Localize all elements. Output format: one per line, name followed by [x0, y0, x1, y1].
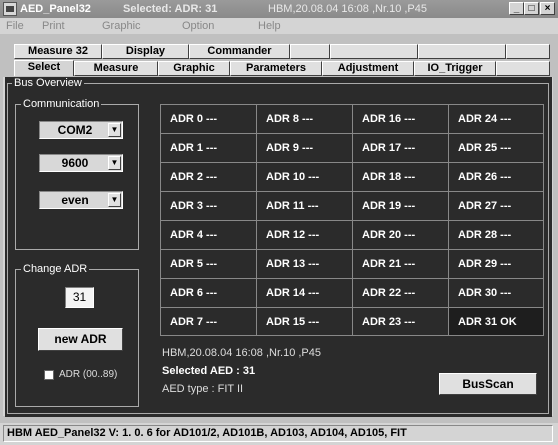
- adr-cell[interactable]: ADR 28 ---: [449, 221, 544, 250]
- app-icon: [3, 2, 17, 16]
- adr-cell[interactable]: ADR 5 ---: [161, 250, 257, 279]
- tab-display[interactable]: Display: [102, 44, 189, 59]
- adr-cell[interactable]: ADR 25 ---: [449, 134, 544, 163]
- status-bar: HBM AED_Panel32 V: 1. 0. 6 for AD101/2, …: [0, 423, 558, 445]
- tab-commander[interactable]: Commander: [189, 44, 290, 59]
- tab-parameters[interactable]: Parameters: [230, 61, 322, 76]
- parity-select[interactable]: even ▼: [39, 191, 123, 209]
- adr-cell[interactable]: ADR 11 ---: [257, 192, 353, 221]
- aed-type-label: AED type : FIT II: [162, 383, 244, 395]
- adr-cell[interactable]: ADR 7 ---: [161, 308, 257, 336]
- tab-measure[interactable]: Measure: [74, 61, 158, 76]
- menu-file[interactable]: File: [6, 20, 24, 32]
- adr-cell[interactable]: ADR 3 ---: [161, 192, 257, 221]
- bus-overview-panel: Bus Overview Communication COM2 ▼ 9600 ▼…: [5, 77, 552, 417]
- adr-range-checkbox[interactable]: [44, 370, 54, 380]
- menu-help[interactable]: Help: [258, 20, 281, 32]
- adr-cell[interactable]: ADR 26 ---: [449, 163, 544, 192]
- adr-cell[interactable]: ADR 30 ---: [449, 279, 544, 308]
- adr-cell[interactable]: ADR 8 ---: [257, 105, 353, 134]
- chevron-down-icon: ▼: [108, 123, 121, 137]
- adr-cell[interactable]: ADR 2 ---: [161, 163, 257, 192]
- adr-grid: ADR 0 --- ADR 8 --- ADR 16 --- ADR 24 --…: [160, 104, 544, 336]
- menu-bar: File Print Graphic Option Help: [0, 18, 558, 34]
- selected-adr-title: Selected: ADR: 31: [123, 3, 218, 15]
- port-select[interactable]: COM2 ▼: [39, 121, 123, 139]
- port-value: COM2: [57, 123, 93, 137]
- communication-legend: Communication: [21, 98, 102, 110]
- tab-content: Bus Overview Communication COM2 ▼ 9600 ▼…: [3, 77, 553, 417]
- tab-empty-1[interactable]: [290, 44, 330, 59]
- adr-cell-selected[interactable]: ADR 31 OK: [449, 308, 544, 336]
- adr-cell[interactable]: ADR 14 ---: [257, 279, 353, 308]
- adr-cell[interactable]: ADR 21 ---: [353, 250, 449, 279]
- adr-cell[interactable]: ADR 16 ---: [353, 105, 449, 134]
- adr-cell[interactable]: ADR 29 ---: [449, 250, 544, 279]
- selected-aed-label: Selected AED : 31: [162, 365, 256, 377]
- adr-cell[interactable]: ADR 27 ---: [449, 192, 544, 221]
- adr-cell[interactable]: ADR 4 ---: [161, 221, 257, 250]
- status-text: HBM AED_Panel32 V: 1. 0. 6 for AD101/2, …: [3, 425, 553, 442]
- tab-adjustment[interactable]: Adjustment: [322, 61, 414, 76]
- tab-empty-3[interactable]: [418, 44, 506, 59]
- adr-cell[interactable]: ADR 12 ---: [257, 221, 353, 250]
- adr-cell[interactable]: ADR 24 ---: [449, 105, 544, 134]
- tab-measure-32[interactable]: Measure 32: [14, 44, 102, 59]
- parity-value: even: [61, 193, 89, 207]
- adr-range-label: ADR (00..89): [59, 369, 118, 380]
- adr-cell[interactable]: ADR 20 ---: [353, 221, 449, 250]
- chevron-down-icon: ▼: [108, 156, 121, 170]
- tab-select[interactable]: Select: [14, 60, 74, 76]
- adr-cell[interactable]: ADR 23 ---: [353, 308, 449, 336]
- adr-cell[interactable]: ADR 0 ---: [161, 105, 257, 134]
- close-button[interactable]: ×: [540, 2, 555, 15]
- maximize-button[interactable]: □: [524, 2, 539, 15]
- tab-empty-4[interactable]: [506, 44, 550, 59]
- busscan-button[interactable]: BusScan: [439, 373, 537, 395]
- menu-print[interactable]: Print: [42, 20, 65, 32]
- minimize-button[interactable]: _: [509, 2, 524, 15]
- adr-cell[interactable]: ADR 9 ---: [257, 134, 353, 163]
- adr-cell[interactable]: ADR 22 ---: [353, 279, 449, 308]
- new-adr-button[interactable]: new ADR: [38, 328, 123, 351]
- adr-cell[interactable]: ADR 15 ---: [257, 308, 353, 336]
- title-subtitle: HBM,20.08.04 16:08 ,Nr.10 ,P45: [268, 3, 427, 15]
- tab-empty-5[interactable]: [496, 61, 550, 76]
- menu-graphic[interactable]: Graphic: [102, 20, 141, 32]
- tab-graphic[interactable]: Graphic: [158, 61, 230, 76]
- tab-io-trigger[interactable]: IO_Trigger: [414, 61, 496, 76]
- adr-cell[interactable]: ADR 1 ---: [161, 134, 257, 163]
- title-bar: AED_Panel32 Selected: ADR: 31 HBM,20.08.…: [0, 0, 558, 18]
- baud-value: 9600: [61, 156, 89, 170]
- bus-overview-legend: Bus Overview: [12, 77, 84, 89]
- chevron-down-icon: ▼: [108, 193, 121, 207]
- adr-cell[interactable]: ADR 18 ---: [353, 163, 449, 192]
- adr-cell[interactable]: ADR 19 ---: [353, 192, 449, 221]
- adr-cell[interactable]: ADR 13 ---: [257, 250, 353, 279]
- adr-cell[interactable]: ADR 6 ---: [161, 279, 257, 308]
- window-title: AED_Panel32: [20, 3, 91, 15]
- menu-option[interactable]: Option: [182, 20, 214, 32]
- baud-select[interactable]: 9600 ▼: [39, 154, 123, 172]
- tab-empty-2[interactable]: [330, 44, 418, 59]
- adr-cell[interactable]: ADR 10 ---: [257, 163, 353, 192]
- device-info-line: HBM,20.08.04 16:08 ,Nr.10 ,P45: [162, 347, 321, 359]
- adr-cell[interactable]: ADR 17 ---: [353, 134, 449, 163]
- adr-input[interactable]: 31: [65, 287, 94, 308]
- change-adr-legend: Change ADR: [21, 263, 90, 275]
